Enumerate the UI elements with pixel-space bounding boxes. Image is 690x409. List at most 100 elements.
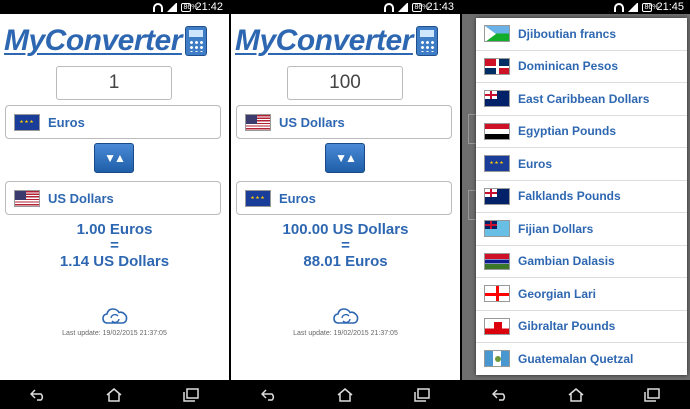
result-line-2: 1.14 US Dollars	[59, 253, 170, 270]
dropdown-item-label: Egyptian Pounds	[518, 124, 617, 139]
dropdown-item-label: East Caribbean Dollars	[518, 91, 650, 106]
do-flag-icon	[484, 57, 510, 75]
dropdown-item-label: Gambian Dalasis	[518, 254, 615, 269]
battery-icon: 86%	[642, 2, 659, 12]
dropdown-item-falklands-pounds[interactable]: Falklands Pounds	[476, 181, 687, 213]
calculator-icon	[184, 26, 207, 56]
app-title: MyConverter	[235, 24, 413, 57]
from-currency-select[interactable]: Euros	[5, 105, 221, 139]
us-flag-icon	[14, 189, 40, 207]
to-currency-select[interactable]: US Dollars	[5, 181, 221, 215]
eu-flag-icon	[245, 189, 271, 207]
back-icon[interactable]	[259, 385, 279, 405]
dropdown-item-label: Djiboutian francs	[518, 26, 617, 41]
gm-flag-icon	[484, 252, 510, 270]
ge-flag-icon	[484, 285, 510, 303]
from-currency-label: Euros	[48, 114, 85, 130]
to-currency-label: US Dollars	[48, 190, 114, 206]
from-currency-select[interactable]: US Dollars	[236, 105, 452, 139]
dropdown-item-fijian-dollars[interactable]: Fijian Dollars	[476, 213, 687, 246]
last-update-text: Last update: 19/02/2015 21:37:05	[293, 330, 398, 337]
app-logo: MyConverter	[235, 22, 456, 60]
status-bar: 86% 21:42	[0, 0, 229, 14]
amount-input[interactable]: 1	[56, 66, 172, 100]
dropdown-item-guatemalan-quetzal[interactable]: Guatemalan Quetzal	[476, 343, 687, 375]
screen-3: 86% 21:45 Djiboutian francs Dominican Pe…	[462, 0, 690, 409]
result-line-1: 100.00 US Dollars	[282, 221, 409, 238]
back-icon[interactable]	[490, 385, 510, 405]
result-line-1: 1.00 Euros	[76, 221, 153, 238]
to-currency-select[interactable]: Euros	[236, 181, 452, 215]
result-equals: =	[341, 237, 350, 254]
dropdown-item-label: Euros	[518, 156, 553, 171]
nav-bar	[0, 380, 229, 409]
dropdown-item-egyptian-pounds[interactable]: Egyptian Pounds	[476, 116, 687, 148]
eu-flag-icon	[14, 113, 40, 131]
eu-flag-icon	[484, 155, 510, 173]
result-line-2: 88.01 Euros	[303, 253, 388, 270]
dropdown-item-label: Gibraltar Pounds	[518, 319, 616, 334]
home-icon[interactable]	[566, 385, 586, 405]
wifi-icon	[153, 2, 164, 12]
cloud-refresh-icon[interactable]	[101, 306, 128, 326]
currency-dropdown: Djiboutian francs Dominican Pesos East C…	[476, 18, 687, 375]
status-time: 21:43	[426, 1, 454, 13]
wifi-icon	[614, 2, 625, 12]
screen-1: 86% 21:42 MyConverter 1 Euros ▼▲ US Doll…	[0, 0, 229, 409]
calculator-icon	[415, 26, 438, 56]
back-icon[interactable]	[28, 385, 48, 405]
swap-arrows-icon: ▼▲	[335, 151, 357, 165]
swap-button[interactable]: ▼▲	[94, 143, 134, 173]
gt-flag-icon	[484, 350, 510, 368]
swap-arrows-icon: ▼▲	[104, 151, 126, 165]
gi-flag-icon	[484, 317, 510, 335]
swap-button[interactable]: ▼▲	[325, 143, 365, 173]
to-currency-label: Euros	[279, 190, 316, 206]
signal-icon	[628, 2, 639, 12]
dropdown-item-label: Dominican Pesos	[518, 59, 619, 74]
dropdown-item-gibraltar-pounds[interactable]: Gibraltar Pounds	[476, 311, 687, 343]
battery-icon: 86%	[181, 2, 198, 12]
dropdown-item-gambian-dalasis[interactable]: Gambian Dalasis	[476, 246, 687, 278]
recent-apps-icon[interactable]	[412, 385, 432, 405]
wifi-icon	[384, 2, 395, 12]
dj-flag-icon	[484, 25, 510, 43]
signal-icon	[167, 2, 178, 12]
home-icon[interactable]	[104, 385, 124, 405]
cloud-refresh-icon[interactable]	[332, 306, 359, 326]
conversion-result: 1.00 Euros = 1.14 US Dollars	[0, 222, 229, 270]
nav-bar	[462, 380, 690, 409]
recent-apps-icon[interactable]	[642, 385, 662, 405]
conversion-result: 100.00 US Dollars = 88.01 Euros	[231, 222, 460, 270]
result-equals: =	[110, 237, 119, 254]
recent-apps-icon[interactable]	[181, 385, 201, 405]
status-bar: 86% 21:45	[462, 0, 690, 14]
ec-flag-icon	[484, 90, 510, 108]
from-currency-label: US Dollars	[279, 114, 345, 130]
app-title: MyConverter	[4, 24, 182, 57]
us-flag-icon	[245, 113, 271, 131]
fj-flag-icon	[484, 220, 510, 238]
dropdown-item-dominican-pesos[interactable]: Dominican Pesos	[476, 51, 687, 83]
dropdown-item-euros[interactable]: Euros	[476, 148, 687, 181]
dropdown-item-label: Fijian Dollars	[518, 221, 594, 236]
status-bar: 86% 21:43	[231, 0, 460, 14]
dropdown-item-label: Guatemalan Quetzal	[518, 351, 634, 366]
dropdown-item-djiboutian-francs[interactable]: Djiboutian francs	[476, 18, 687, 51]
home-icon[interactable]	[335, 385, 355, 405]
last-update-text: Last update: 19/02/2015 21:37:05	[62, 330, 167, 337]
nav-bar	[231, 380, 460, 409]
eg-flag-icon	[484, 122, 510, 140]
dropdown-item-east-caribbean-dollars[interactable]: East Caribbean Dollars	[476, 83, 687, 116]
fk-flag-icon	[484, 187, 510, 205]
dropdown-item-georgian-lari[interactable]: Georgian Lari	[476, 278, 687, 311]
screen-2: 86% 21:43 MyConverter 100 US Dollars ▼▲ …	[231, 0, 460, 409]
signal-icon	[398, 2, 409, 12]
app-logo: MyConverter	[4, 22, 225, 60]
dropdown-item-label: Georgian Lari	[518, 286, 597, 301]
amount-input[interactable]: 100	[287, 66, 403, 100]
status-time: 21:45	[656, 1, 684, 13]
battery-icon: 86%	[412, 2, 429, 12]
dropdown-item-label: Falklands Pounds	[518, 189, 621, 204]
status-time: 21:42	[195, 1, 223, 13]
